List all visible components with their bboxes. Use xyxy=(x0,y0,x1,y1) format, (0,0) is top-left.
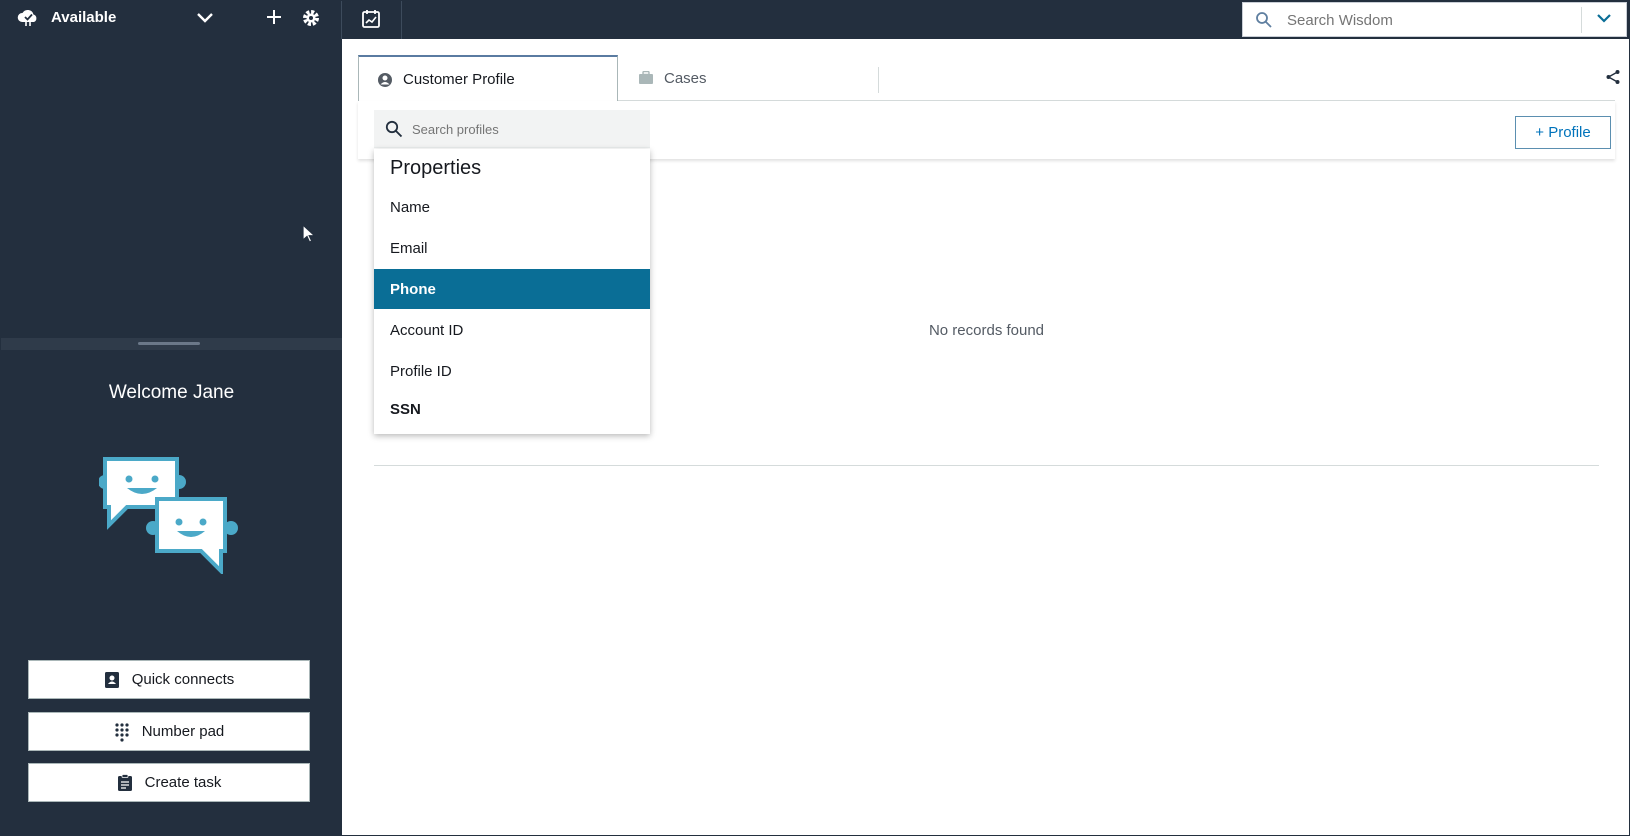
wisdom-search xyxy=(1242,2,1627,37)
dropdown-option-ssn[interactable]: SSN xyxy=(374,389,650,429)
profile-search-box xyxy=(374,110,650,148)
resize-grip xyxy=(138,342,200,345)
results-divider xyxy=(374,465,1599,466)
plus-icon[interactable] xyxy=(266,7,282,32)
tab-label: Cases xyxy=(664,69,707,87)
panel-resize-handle[interactable] xyxy=(1,338,342,350)
create-task-label: Create task xyxy=(144,774,222,791)
search-divider xyxy=(1581,7,1582,33)
tab-customer-profile[interactable]: Customer Profile xyxy=(358,55,618,102)
wisdom-search-input[interactable] xyxy=(1287,7,1557,33)
share-icon[interactable] xyxy=(1605,69,1621,90)
cloud-icon xyxy=(17,7,39,32)
welcome-message: Welcome Jane xyxy=(108,382,235,403)
topbar-divider xyxy=(401,1,402,39)
search-properties-dropdown: Properties Name Email Phone Account ID P… xyxy=(374,149,650,434)
dropdown-option-email[interactable]: Email xyxy=(374,228,650,268)
quick-connects-label: Quick connects xyxy=(131,671,235,688)
chat-bots-illustration-icon xyxy=(98,454,239,579)
dropdown-option-name[interactable]: Name xyxy=(374,187,650,227)
topbar-divider xyxy=(341,1,342,39)
dropdown-header: Properties xyxy=(390,157,482,179)
search-icon xyxy=(385,120,403,143)
agent-status-selector[interactable]: Available xyxy=(1,1,341,39)
tab-divider xyxy=(878,67,879,93)
number-pad-button[interactable]: Number pad xyxy=(28,712,310,751)
chevron-down-icon[interactable] xyxy=(195,9,215,32)
clipboard-icon xyxy=(117,773,132,791)
calendar-chart-icon[interactable] xyxy=(361,9,381,34)
mouse-cursor-icon xyxy=(302,223,317,249)
quick-connects-button[interactable]: Quick connects xyxy=(28,660,310,699)
briefcase-icon xyxy=(639,71,653,84)
number-pad-label: Number pad xyxy=(141,723,225,740)
dropdown-option-account-id[interactable]: Account ID xyxy=(374,310,650,350)
contact-control-panel: Welcome Jane Quick connects Number pad C… xyxy=(1,39,342,835)
top-bar: Available xyxy=(1,1,1629,39)
search-icon xyxy=(1255,11,1273,34)
tab-bar: Customer Profile Cases xyxy=(358,55,1620,102)
dropdown-option-profile-id[interactable]: Profile ID xyxy=(374,351,650,391)
chevron-down-icon[interactable] xyxy=(1595,11,1613,32)
gear-icon[interactable] xyxy=(301,7,321,34)
contact-book-icon xyxy=(104,671,119,688)
dropdown-option-phone[interactable]: Phone xyxy=(374,269,650,309)
user-circle-icon xyxy=(378,72,392,87)
profile-search-input[interactable] xyxy=(412,117,642,141)
status-label: Available xyxy=(51,9,117,26)
tab-label: Customer Profile xyxy=(403,71,515,88)
tab-cases[interactable]: Cases xyxy=(618,55,880,101)
add-profile-button[interactable]: + Profile xyxy=(1515,116,1611,149)
app-window: Available Search Wisdom Welcome Jane Qui… xyxy=(0,0,1630,836)
create-task-button[interactable]: Create task xyxy=(28,763,310,802)
dialpad-icon xyxy=(115,722,129,742)
